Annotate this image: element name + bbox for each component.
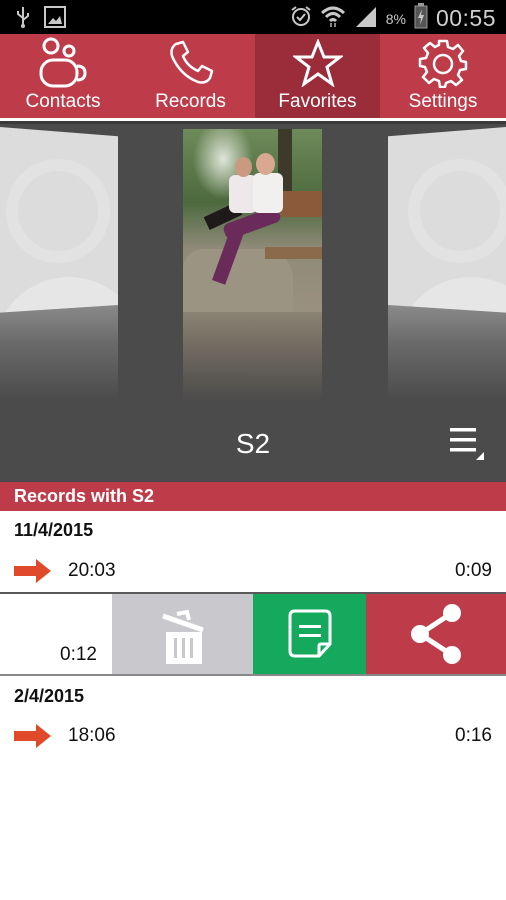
alarm-icon (290, 5, 312, 32)
record-duration: 0:09 (455, 560, 492, 581)
menu-button[interactable] (446, 422, 488, 464)
share-record-button[interactable] (366, 594, 506, 674)
tab-records[interactable]: Records (126, 34, 255, 118)
date-header: 11/4/2015 (14, 520, 94, 540)
phone-icon (168, 34, 214, 92)
tab-settings[interactable]: Settings (380, 34, 506, 118)
records-section-header: Records with S2 (0, 482, 506, 511)
image-icon (44, 6, 66, 33)
outgoing-call-arrow-icon (14, 724, 52, 753)
contact-card-previous[interactable] (0, 127, 118, 313)
card-reflection (388, 305, 506, 400)
photo-detail (281, 191, 322, 217)
contact-name: S2 (235, 428, 271, 459)
clock: 00:55 (435, 5, 496, 31)
tab-label: Contacts (25, 91, 101, 112)
trash-icon (161, 609, 204, 664)
battery-charging-icon (414, 3, 428, 34)
note-icon (288, 609, 331, 658)
photo-detail (256, 153, 275, 175)
contact-card-next[interactable] (388, 127, 506, 313)
contact-carousel[interactable]: S2 (0, 124, 506, 482)
photo-detail (253, 173, 283, 213)
tab-label: Favorites (278, 91, 357, 112)
status-bar: 8% 00:55 (0, 0, 506, 34)
contacts-icon (37, 34, 89, 92)
contact-photo (183, 129, 322, 312)
usb-icon (16, 6, 30, 33)
share-icon (411, 604, 461, 664)
main-tabs: Contacts Records Favorites Settings (0, 34, 506, 118)
outgoing-call-arrow-icon (14, 559, 52, 588)
tab-contacts[interactable]: Contacts (0, 34, 126, 118)
avatar-placeholder-icon (408, 159, 506, 263)
wifi-icon (320, 5, 346, 32)
delete-record-button[interactable] (112, 594, 253, 674)
gear-icon (418, 34, 468, 92)
contact-card-current[interactable] (183, 129, 322, 312)
signal-icon (354, 5, 378, 32)
menu-icon (450, 428, 484, 460)
tab-label: Records (155, 91, 226, 112)
star-icon (292, 34, 343, 92)
record-time: 20:03 (68, 560, 116, 581)
tab-label: Settings (408, 91, 478, 112)
record-item-swiped[interactable]: 0:12 (0, 592, 506, 676)
add-note-button[interactable] (253, 594, 366, 674)
record-duration: 0:12 (60, 644, 97, 665)
avatar-placeholder-icon (6, 159, 110, 263)
battery-percent: 8% (385, 10, 406, 27)
record-item[interactable]: 20:03 0:09 (0, 551, 506, 591)
record-duration: 0:16 (455, 725, 492, 746)
record-time: 18:06 (68, 725, 116, 746)
photo-reflection (183, 312, 322, 402)
photo-detail (235, 157, 252, 177)
photo-detail (265, 247, 322, 259)
tab-favorites[interactable]: Favorites (255, 34, 380, 118)
card-reflection (0, 305, 118, 400)
date-header: 2/4/2015 (14, 686, 85, 706)
record-item[interactable]: 18:06 0:16 (0, 716, 506, 756)
